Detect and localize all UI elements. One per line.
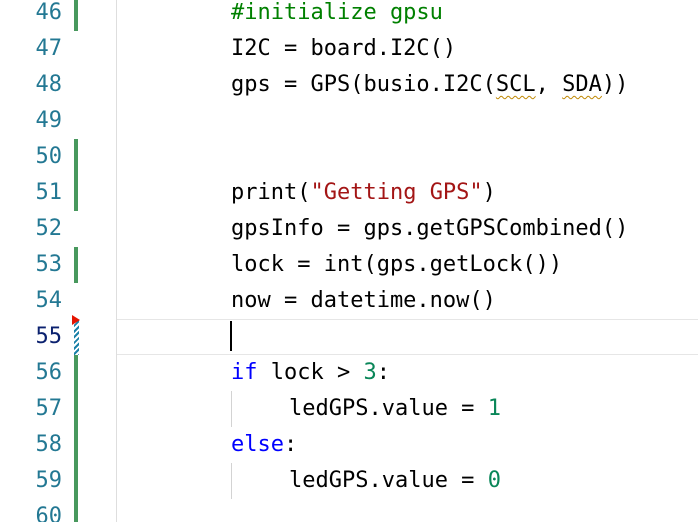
code-line[interactable]: 47 I2C = board.I2C()	[0, 31, 698, 67]
gutter-added-indicator[interactable]	[74, 139, 78, 175]
code-token: lock = int(gps.getLock())	[231, 252, 563, 277]
code-token: 3	[363, 360, 377, 385]
code-line[interactable]: 57 ledGPS.value = 1	[0, 391, 698, 427]
code-token: 1	[487, 396, 501, 421]
gutter-deleted-indicator[interactable]	[72, 315, 80, 325]
code-token: else	[231, 432, 284, 457]
code-line[interactable]: 50	[0, 139, 698, 175]
line-number: 51	[35, 180, 63, 205]
code-line[interactable]: 52 gpsInfo = gps.getGPSCombined()	[0, 211, 698, 247]
gutter-added-indicator[interactable]	[74, 499, 78, 522]
line-number: 47	[35, 36, 63, 61]
code-text: else:	[231, 434, 297, 456]
line-number: 50	[35, 144, 63, 169]
code-text: ledGPS.value = 0	[289, 470, 501, 492]
line-number: 56	[35, 360, 63, 385]
code-token: lock >	[257, 360, 364, 385]
code-token: print(	[231, 180, 311, 205]
code-line[interactable]: 54 now = datetime.now()	[0, 283, 698, 319]
line-number: 46	[35, 0, 63, 25]
code-token: 0	[487, 468, 501, 493]
code-token: ,	[535, 72, 563, 97]
code-token: gps = GPS(busio.I2C(	[231, 72, 496, 97]
line-number: 58	[35, 432, 63, 457]
code-line[interactable]: 53 lock = int(gps.getLock())	[0, 247, 698, 283]
code-token: )	[482, 180, 496, 205]
code-token: ))	[601, 72, 629, 97]
line-number: 60	[35, 504, 63, 522]
line-number: 53	[35, 252, 63, 277]
code-token: :	[376, 360, 390, 385]
code-line[interactable]: 48 gps = GPS(busio.I2C(SCL, SDA))	[0, 67, 698, 103]
code-line[interactable]: 56 if lock > 3:	[0, 355, 698, 391]
code-text: gpsInfo = gps.getGPSCombined()	[231, 218, 628, 240]
line-number: 49	[35, 108, 63, 133]
code-text: gps = GPS(busio.I2C(SCL, SDA))	[231, 74, 628, 96]
code-token: gpsInfo = gps.getGPSCombined()	[231, 216, 629, 241]
gutter-added-indicator[interactable]	[74, 0, 78, 31]
line-number: 54	[35, 288, 63, 313]
code-line[interactable]: 60	[0, 499, 698, 522]
line-number: 57	[35, 396, 63, 421]
code-line[interactable]: 51 print("Getting GPS")	[0, 175, 698, 211]
code-editor[interactable]: 46 #initialize gpsu 47 I2C = board.I2C() 48 g…	[0, 0, 698, 522]
code-line[interactable]: 59 ledGPS.value = 0	[0, 463, 698, 499]
gutter-added-indicator[interactable]	[74, 175, 78, 211]
code-line[interactable]: 58 else:	[0, 427, 698, 463]
code-text: lock = int(gps.getLock())	[231, 254, 562, 276]
code-text: ledGPS.value = 1	[289, 398, 501, 420]
line-number: 59	[35, 468, 63, 493]
warning-squiggle-token[interactable]: SCL	[496, 72, 536, 97]
code-text: now = datetime.now()	[231, 290, 496, 312]
code-token: :	[283, 432, 298, 457]
indent-guide	[231, 391, 232, 427]
gutter-added-indicator[interactable]	[74, 355, 78, 391]
code-token: I2C = board.I2C()	[231, 36, 457, 61]
code-token: now = datetime.now()	[231, 288, 496, 313]
text-cursor	[230, 321, 232, 351]
indent-guide	[231, 463, 232, 499]
gutter-added-indicator[interactable]	[74, 427, 78, 463]
code-token: if	[231, 360, 258, 385]
code-line[interactable]: 55	[0, 315, 698, 355]
code-text: if lock > 3:	[231, 362, 390, 384]
line-number: 48	[35, 72, 63, 97]
code-text: I2C = board.I2C()	[231, 38, 456, 60]
gutter-added-indicator[interactable]	[74, 463, 78, 499]
code-text: print("Getting GPS")	[231, 182, 496, 204]
code-token: #initialize gpsu	[231, 0, 443, 25]
code-line[interactable]: 49	[0, 103, 698, 139]
code-token: "Getting GPS"	[310, 180, 483, 205]
code-line[interactable]: 46 #initialize gpsu	[0, 0, 698, 31]
code-text: #initialize gpsu	[231, 2, 443, 24]
code-token: ledGPS.value =	[289, 468, 488, 493]
warning-squiggle-token[interactable]: SDA	[562, 72, 602, 97]
code-token: ledGPS.value =	[289, 396, 488, 421]
gutter-added-indicator[interactable]	[74, 247, 78, 283]
current-line-highlight	[117, 319, 698, 355]
line-number: 55	[35, 324, 63, 349]
line-number: 52	[35, 216, 63, 241]
gutter-added-indicator[interactable]	[74, 391, 78, 427]
